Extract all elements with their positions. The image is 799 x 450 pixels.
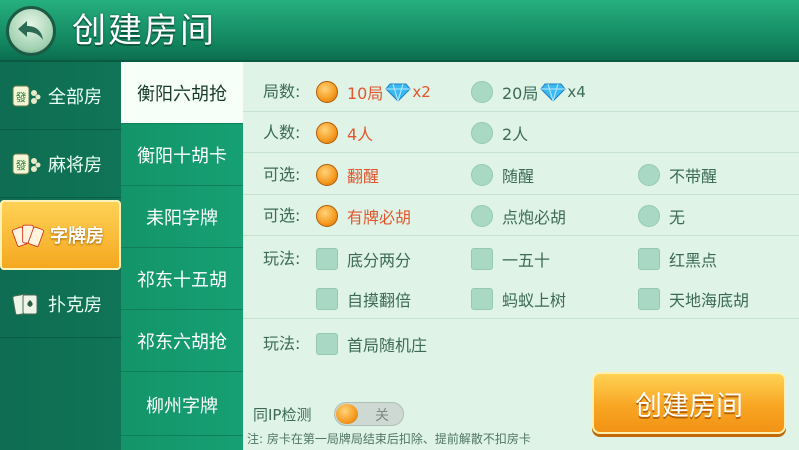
back-arrow-icon: [18, 21, 43, 40]
sidebar-item-label: 字牌房: [50, 226, 104, 247]
radio-unselected-icon: [638, 205, 660, 227]
checkbox-mayi-shangshu[interactable]: 蚂蚁上树: [471, 279, 566, 319]
option-text: 随醒: [502, 167, 535, 186]
option-text: 底分两分: [347, 251, 412, 270]
option-text: 2人: [502, 125, 529, 144]
option-label: 局数:: [263, 82, 301, 101]
option-text: 首局随机庄: [347, 336, 428, 355]
game-item-qidong-liuhuqiang[interactable]: 祁东六胡抢: [121, 310, 243, 372]
game-item-hengyang-liuhuqiang[interactable]: 衡阳六胡抢: [121, 62, 243, 124]
diamond-icon: [385, 83, 412, 102]
sidebar-item-word-card-rooms[interactable]: 字牌房: [0, 200, 121, 270]
option-label: 玩法:: [263, 249, 301, 268]
toggle-knob: [336, 404, 358, 424]
checkbox-tiandi-haidihu[interactable]: 天地海底胡: [638, 279, 749, 319]
ip-check-toggle[interactable]: 关: [334, 402, 404, 426]
option-text: 翻醒: [347, 167, 380, 186]
option-text: 天地海底胡: [669, 291, 750, 310]
checkbox-icon: [316, 288, 338, 310]
option-multiplier: x2: [412, 83, 431, 101]
option-text: 自摸翻倍: [347, 291, 412, 310]
svg-text:發: 發: [16, 158, 27, 172]
option-text: 蚂蚁上树: [502, 291, 567, 310]
option-text: 10局: [347, 84, 384, 103]
option-text: 红黑点: [669, 251, 718, 270]
radio-selected-icon: [316, 205, 338, 227]
option-text: 20局: [502, 84, 539, 103]
checkbox-icon: [638, 248, 660, 270]
radio-players-2[interactable]: 2人: [471, 113, 528, 153]
sidebar-item-all-rooms[interactable]: 發 全部房: [0, 62, 121, 130]
mahjong-tile-icon: 發: [10, 82, 42, 110]
toggle-state-text: 关: [375, 408, 389, 424]
option-text: 一五十: [502, 251, 551, 270]
option-text: 有牌必胡: [347, 208, 412, 227]
option-label: 可选:: [263, 206, 301, 225]
option-label: 人数:: [263, 123, 301, 142]
radio-suixing[interactable]: 随醒: [471, 155, 534, 195]
svg-text:發: 發: [16, 90, 27, 104]
game-item-liuzhou-zipai[interactable]: 柳州字牌: [121, 374, 243, 436]
mahjong-tile-icon: 發: [10, 150, 42, 178]
game-item-qidong-shiwuhu[interactable]: 祁东十五胡: [121, 248, 243, 310]
checkbox-icon: [316, 333, 338, 355]
create-room-button[interactable]: 创建房间: [592, 372, 786, 434]
checkbox-icon: [316, 248, 338, 270]
header-bar: 创建房间: [0, 0, 799, 62]
option-multiplier: x4: [567, 83, 586, 101]
radio-none[interactable]: 无: [638, 196, 685, 236]
radio-selected-icon: [316, 164, 338, 186]
checkbox-yiwushi[interactable]: 一五十: [471, 239, 550, 279]
checkbox-zimo-fanbei[interactable]: 自摸翻倍: [316, 279, 411, 319]
radio-players-4[interactable]: 4人: [316, 113, 373, 153]
option-text: 无: [669, 208, 686, 227]
game-item-leiyang-zipai[interactable]: 耒阳字牌: [121, 186, 243, 248]
radio-unselected-icon: [471, 81, 493, 103]
option-row-rounds: 局数: 10局 x2 20局 x4: [243, 72, 799, 112]
radio-dianpaobihu[interactable]: 点炮必胡: [471, 196, 566, 236]
radio-unselected-icon: [471, 122, 493, 144]
sidebar-item-mahjong-rooms[interactable]: 發 麻将房: [0, 130, 121, 198]
option-label: 可选:: [263, 165, 301, 184]
radio-rounds-10[interactable]: 10局 x2: [316, 72, 431, 112]
radio-unselected-icon: [471, 205, 493, 227]
option-label: 玩法:: [263, 334, 301, 353]
checkbox-difen-liangfen[interactable]: 底分两分: [316, 239, 411, 279]
option-text: 4人: [347, 125, 374, 144]
category-sidebar: 發 全部房 發 麻将房 字牌房 扑克房: [0, 62, 121, 450]
radio-selected-icon: [316, 81, 338, 103]
option-row-play-rules: 玩法: 底分两分 一五十 红黑点 自摸翻倍 蚂蚁上树 天地海底胡: [243, 239, 799, 319]
checkbox-icon: [471, 288, 493, 310]
room-card-note: 注: 房卡在第一局牌局结束后扣除、提前解散不扣房卡: [247, 432, 531, 446]
game-item-hengyang-shihuka[interactable]: 衡阳十胡卡: [121, 124, 243, 186]
checkbox-shouju-suijizhuang[interactable]: 首局随机庄: [316, 324, 427, 364]
diamond-icon: [540, 83, 567, 102]
checkbox-hongheidian[interactable]: 红黑点: [638, 239, 717, 279]
sidebar-item-label: 扑克房: [48, 294, 102, 316]
radio-fanxing[interactable]: 翻醒: [316, 155, 379, 195]
back-button[interactable]: [6, 6, 56, 56]
radio-unselected-icon: [471, 164, 493, 186]
option-text: 点炮必胡: [502, 208, 567, 227]
radio-selected-icon: [316, 122, 338, 144]
game-list: 衡阳六胡抢 衡阳十胡卡 耒阳字牌 祁东十五胡 祁东六胡抢 柳州字牌: [121, 62, 243, 450]
sidebar-item-poker-rooms[interactable]: 扑克房: [0, 270, 121, 338]
option-row-optional-xing: 可选: 翻醒 随醒 不带醒: [243, 155, 799, 195]
checkbox-icon: [471, 248, 493, 270]
checkbox-icon: [638, 288, 660, 310]
option-row-players: 人数: 4人 2人: [243, 113, 799, 153]
ip-check-label: 同IP检测: [253, 406, 312, 424]
option-row-play-dealer: 玩法: 首局随机庄: [243, 324, 799, 364]
card-fan-icon: [12, 221, 44, 249]
playing-cards-icon: [10, 290, 42, 318]
page-title: 创建房间: [72, 11, 216, 51]
option-text: 不带醒: [669, 167, 718, 186]
radio-youpaibihu[interactable]: 有牌必胡: [316, 196, 411, 236]
radio-budaixing[interactable]: 不带醒: [638, 155, 717, 195]
sidebar-item-label: 全部房: [48, 86, 102, 108]
option-row-optional-hu: 可选: 有牌必胡 点炮必胡 无: [243, 196, 799, 236]
sidebar-item-label: 麻将房: [48, 154, 102, 176]
radio-unselected-icon: [638, 164, 660, 186]
radio-rounds-20[interactable]: 20局 x4: [471, 72, 586, 112]
